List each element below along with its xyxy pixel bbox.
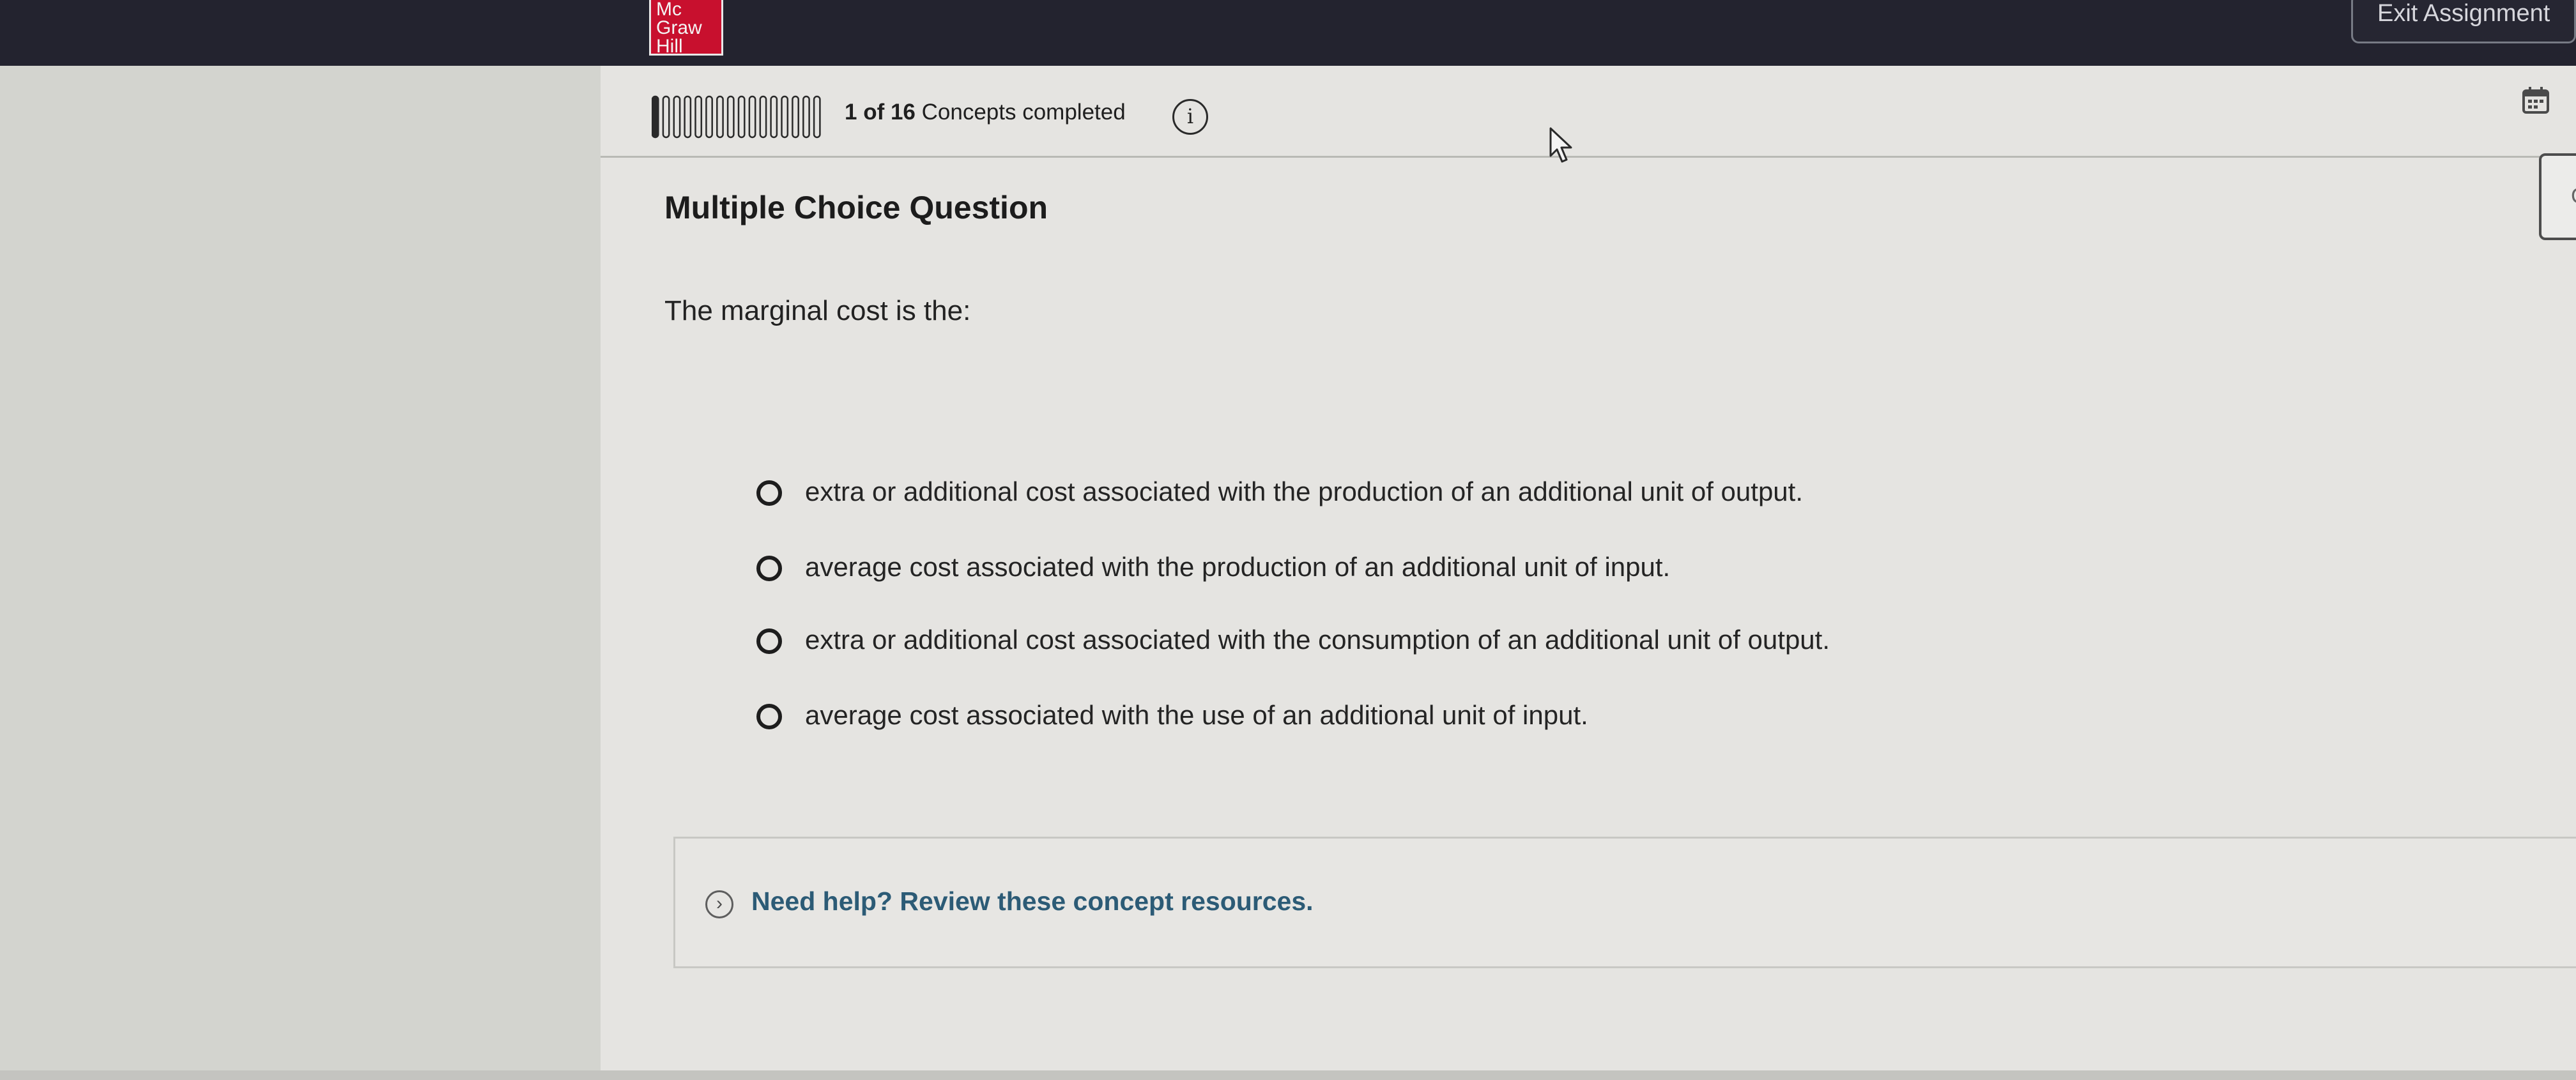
bottom-edge <box>0 1070 2576 1080</box>
progress-count: 1 of 16 <box>845 100 916 125</box>
radio-button[interactable] <box>756 704 782 729</box>
progress-segment-incomplete <box>781 95 789 139</box>
answer-option-label: average cost associated with the use of … <box>805 700 1588 730</box>
side-panel-tab[interactable]: C <box>2539 153 2576 240</box>
radio-button[interactable] <box>756 480 782 506</box>
progress-segment-incomplete <box>716 95 724 139</box>
radio-button[interactable] <box>756 556 782 581</box>
progress-segment-incomplete <box>705 95 713 139</box>
progress-label: Concepts completed <box>921 100 1126 125</box>
logo-line-2: Graw <box>656 17 702 38</box>
progress-segment-incomplete <box>726 95 735 139</box>
answer-option-label: extra or additional cost associated with… <box>805 625 1830 655</box>
progress-text: 1 of 16 Concepts completed <box>845 100 1126 125</box>
radio-button[interactable] <box>756 628 782 654</box>
question-prompt: The marginal cost is the: <box>664 295 971 326</box>
progress-segment-incomplete <box>737 95 746 139</box>
help-link-text: Need help? Review these concept resource… <box>751 886 1314 916</box>
progress-divider <box>601 156 2576 158</box>
progress-segment-incomplete <box>662 95 670 139</box>
chevron-right-icon: › <box>705 890 733 918</box>
answer-option-label: extra or additional cost associated with… <box>805 476 1803 506</box>
exit-assignment-button[interactable]: Exit Assignment <box>2351 0 2576 43</box>
logo-line-1: Mc <box>656 0 682 20</box>
concept-progress-bars <box>652 95 821 139</box>
progress-segment-incomplete <box>673 95 681 139</box>
question-type-heading: Multiple Choice Question <box>664 190 1048 225</box>
calendar-icon[interactable] <box>2521 86 2550 115</box>
progress-segment-incomplete <box>802 95 810 139</box>
progress-segment-incomplete <box>770 95 778 139</box>
answer-option-label: average cost associated with the product… <box>805 552 1671 582</box>
progress-segment-incomplete <box>792 95 799 139</box>
info-icon[interactable]: i <box>1172 99 1208 135</box>
mcgraw-hill-logo: Mc Graw Hill <box>649 0 723 56</box>
progress-segment-incomplete <box>694 95 703 139</box>
progress-segment-complete <box>652 95 659 139</box>
progress-segment-incomplete <box>684 95 692 139</box>
progress-segment-incomplete <box>748 95 756 139</box>
left-panel <box>0 66 601 1080</box>
top-bar: Mc Graw Hill Exit Assignment <box>0 0 2576 66</box>
logo-line-3: Hill <box>656 36 683 56</box>
progress-segment-incomplete <box>759 95 767 139</box>
mouse-pointer-icon <box>1549 127 1572 163</box>
progress-segment-incomplete <box>813 95 821 139</box>
